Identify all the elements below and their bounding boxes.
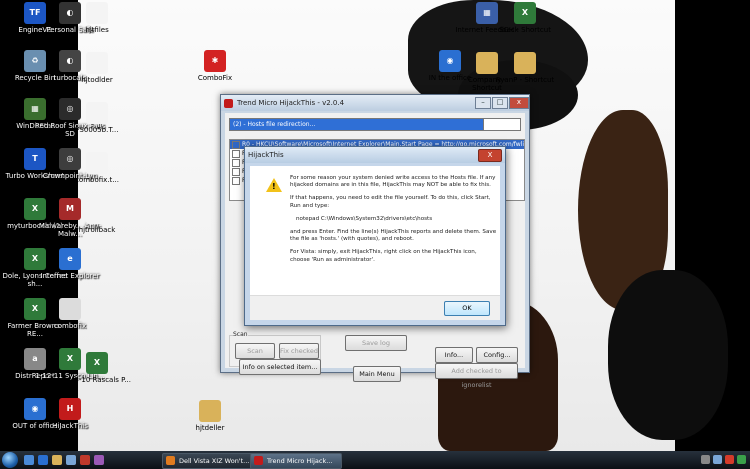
scan-progress-bar: (2) - Hosts file redirection... [229, 118, 484, 131]
minimize-button[interactable]: – [475, 97, 491, 109]
desktop-shortcut-label: RyanP - Shortcut [495, 76, 555, 84]
tray-network-icon[interactable] [701, 455, 710, 464]
desktop-shortcut-internet-explorer[interactable]: e Internet Explorer [35, 248, 105, 280]
sgh-shortcut-icon: X [514, 2, 536, 24]
desktop-shortcut-label: hjtfiles [85, 26, 109, 34]
result-checkbox[interactable] [232, 167, 240, 176]
desktop-shortcut-sgh-shortcut[interactable]: X SGH - Shortcut [490, 2, 560, 34]
dialog-paragraph-1: For some reason your system denied write… [290, 175, 496, 189]
desktop-shortcut-combofix-txt[interactable]: combofix.t... [62, 152, 132, 184]
ie-quicklaunch-icon[interactable] [38, 455, 48, 465]
desktop-shortcut-combofix[interactable]: combofix [35, 298, 105, 330]
app-quicklaunch-icon[interactable] [94, 455, 104, 465]
scan-button[interactable]: Scan [235, 343, 275, 359]
dialog-paragraph-2: If that happens, you need to edit the fi… [290, 195, 491, 209]
media-quicklaunch-icon[interactable] [80, 455, 90, 465]
internet-explorer-icon: e [59, 248, 81, 270]
desktop-shortcut-ryanp-shortcut[interactable]: RyanP - Shortcut [490, 52, 560, 84]
desktop-shortcut-label: combofix [53, 322, 87, 330]
hjtfiles-icon [86, 2, 108, 24]
hosts-warning-dialog[interactable]: HijackThis X ! For some reason your syst… [244, 146, 506, 326]
dialog-message: For some reason your system denied write… [290, 175, 498, 270]
combofix-icon [59, 298, 81, 320]
tray-volume-icon[interactable] [713, 455, 722, 464]
desktop-shortcut-label: hjtdeller [195, 424, 225, 432]
dialog-command: notepad C:\Windows\System32\drivers\etc\… [296, 215, 433, 222]
desktop-shortcut-label: hjtrollback [78, 226, 116, 234]
dialog-paragraph-4: and press Enter. Find the line(s) Hijack… [290, 229, 497, 243]
result-checkbox[interactable] [232, 140, 240, 149]
tray-security-icon[interactable] [725, 455, 734, 464]
rascals-icon: X [86, 352, 108, 374]
poodle-black [608, 270, 728, 440]
taskbar-button-dell-label: Dell Vista XIZ Won't... [179, 457, 250, 465]
add-to-ignorelist-button[interactable]: Add checked to ignorelist [435, 363, 518, 389]
scan-group-label: Scan [233, 331, 248, 338]
system-tray [701, 455, 746, 464]
warning-icon-mark: ! [272, 182, 276, 191]
hjtdeller-icon [199, 400, 221, 422]
desktop-shortcut-hjtrollback[interactable]: hjtrollback [62, 202, 132, 234]
start-button[interactable] [2, 452, 18, 468]
info-button[interactable]: Info... [435, 347, 473, 363]
hijackthis-app-icon [224, 98, 233, 108]
result-checkbox[interactable] [232, 158, 240, 167]
config-button[interactable]: Config... [476, 347, 518, 363]
desktop-shortcut-hjtdeller[interactable]: hjtdeller [175, 400, 245, 432]
desktop-shortcut-label: SGH - Shortcut [499, 26, 551, 34]
save-log-button[interactable]: Save log [345, 335, 407, 351]
info-selected-item-button[interactable]: Info on selected item... [239, 359, 321, 375]
tray-app-icon[interactable] [737, 455, 746, 464]
taskbar: Dell Vista XIZ Won't... Trend Micro Hija… [0, 451, 750, 469]
result-checkbox[interactable] [232, 176, 240, 185]
combofix-txt-icon [86, 152, 108, 174]
main-menu-button[interactable]: Main Menu [353, 366, 401, 382]
hijackthis-titlebar[interactable]: Trend Micro HijackThis - v2.0.4 – □ x [221, 95, 529, 111]
fix-checked-button[interactable]: Fix checked [279, 343, 319, 359]
desktop-shortcut-label: hjtodlder [81, 76, 113, 84]
hjtodlder-icon [86, 52, 108, 74]
desktop-shortcut-label: combofix.t... [75, 176, 119, 184]
hijackthis-title: Trend Micro HijackThis - v2.0.4 [237, 99, 345, 107]
combofix-app-icon: ✱ [204, 50, 226, 72]
desktop-shortcut-hjtfiles[interactable]: hjtfiles [62, 2, 132, 34]
dialog-footer: OK [250, 295, 500, 320]
dialog-titlebar[interactable]: HijackThis X [245, 147, 505, 163]
desktop-shortcut-label: FS0005b.T... [75, 126, 119, 134]
desktop-shortcut-combofix-app[interactable]: ✱ ComboFix [180, 50, 250, 82]
folder-quicklaunch-icon[interactable] [52, 455, 62, 465]
hijackthis-task-icon [254, 456, 263, 465]
dialog-body: ! For some reason your system denied wri… [250, 166, 500, 320]
close-button[interactable]: x [509, 97, 529, 109]
scan-progress-remaining [483, 118, 521, 131]
maximize-button[interactable]: □ [492, 97, 508, 109]
fs0005-icon [86, 102, 108, 124]
dialog-paragraph-5: For Vista: simply, exit HijackThis, righ… [290, 249, 477, 263]
ok-button[interactable]: OK [444, 301, 490, 316]
dialog-title: HijackThis [248, 151, 284, 159]
taskbar-button-hijackthis[interactable]: Trend Micro Hijack... [250, 453, 342, 469]
switch-windows-icon[interactable] [66, 455, 76, 465]
browser-icon [166, 456, 175, 465]
desktop-shortcut-label: Internet Explorer [40, 272, 100, 280]
desktop-shortcut-rascals[interactable]: X 11-5-10 Rascals P... [62, 352, 132, 384]
taskbar-button-hijackthis-label: Trend Micro Hijack... [267, 457, 333, 465]
hijackthis-desktop-icon: H [59, 398, 81, 420]
dialog-close-button[interactable]: X [478, 148, 502, 162]
desktop-shortcut-label: HiJackThis [52, 422, 88, 430]
hjtrollback-icon [86, 202, 108, 224]
desktop-shortcut-label: ComboFix [197, 74, 233, 82]
desktop-shortcut-label: 11-5-10 Rascals P... [63, 376, 131, 384]
ryanp-shortcut-icon [514, 52, 536, 74]
show-desktop-icon[interactable] [24, 455, 34, 465]
desktop-shortcut-fs0005[interactable]: FS0005b.T... [62, 102, 132, 134]
result-checkbox[interactable] [232, 149, 240, 158]
desktop-shortcut-hjtodlder[interactable]: hjtodlder [62, 52, 132, 84]
desktop-shortcut-hijackthis-desktop[interactable]: H HiJackThis [35, 398, 105, 430]
